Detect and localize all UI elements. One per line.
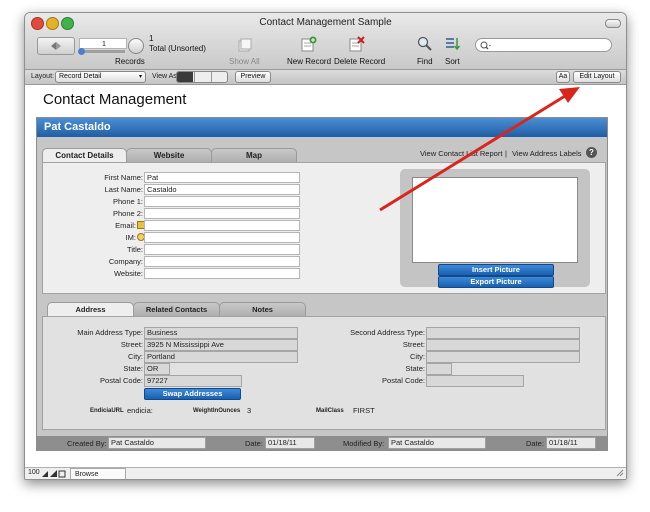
red-arrow-annotation — [379, 87, 580, 212]
